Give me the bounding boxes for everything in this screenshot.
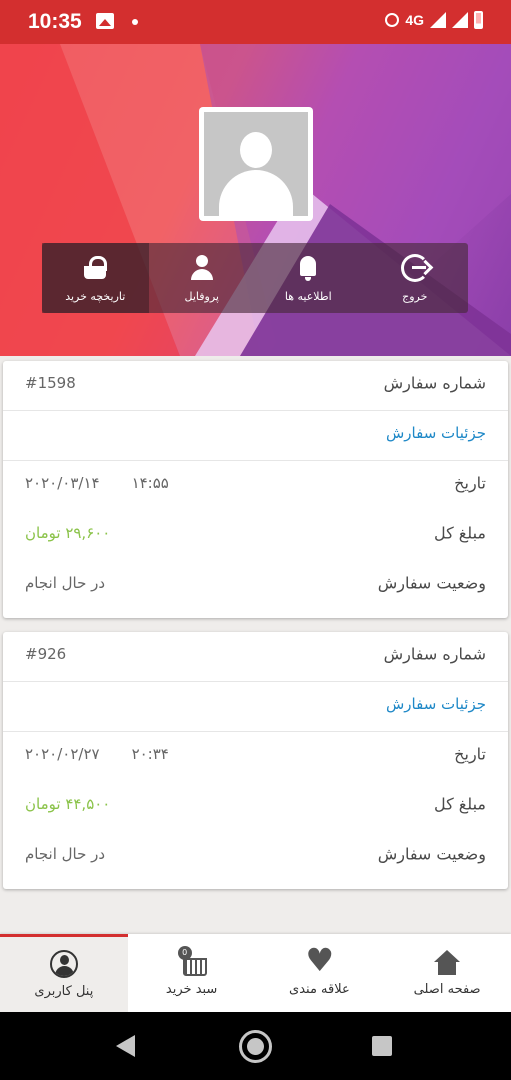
nav-favorites[interactable]: علاقه مندی	[256, 934, 384, 1012]
order-status-label: وضعیت سفارش	[377, 844, 486, 864]
bell-icon	[294, 254, 322, 282]
order-details-row: جزئیات سفارش	[3, 411, 508, 461]
avatar[interactable]	[199, 107, 313, 221]
menu-notifications[interactable]: اطلاعیه ها	[255, 243, 362, 313]
order-amount-label: مبلغ کل	[433, 794, 486, 814]
recent-apps-icon[interactable]	[372, 1036, 392, 1056]
bottom-navigation: صفحه اصلی علاقه مندی 0 سبد خرید پنل کارب…	[0, 934, 511, 1012]
signal-icon	[430, 12, 446, 28]
nav-label-cart: سبد خرید	[165, 981, 218, 997]
order-status-value: در حال انجام	[25, 574, 106, 592]
user-circle-icon	[49, 950, 78, 978]
basket-icon	[81, 254, 109, 282]
order-status-row: وضعیت سفارش در حال انجام	[3, 832, 508, 882]
nav-home[interactable]: صفحه اصلی	[383, 934, 511, 1012]
menu-purchase-history[interactable]: تاریخچه خرید	[42, 243, 149, 313]
order-status-label: وضعیت سفارش	[377, 573, 486, 593]
menu-label-purchase-history: تاریخچه خرید	[65, 289, 126, 303]
person-icon	[188, 254, 216, 282]
logout-icon	[400, 253, 429, 282]
gallery-icon	[96, 13, 114, 29]
status-time: 10:35	[28, 10, 82, 33]
cart-icon: 0	[177, 945, 207, 976]
status-indicators: 4G	[385, 11, 483, 29]
order-date-row: تاریخ ۲۰۲۰/۰۲/۲۷ ۲۰:۳۴	[3, 732, 508, 782]
menu-label-profile: پروفایل	[184, 289, 219, 303]
order-date-label: تاریخ	[454, 744, 486, 764]
order-date-value: ۲۰۲۰/۰۲/۲۷	[25, 745, 100, 763]
alarm-icon	[385, 13, 400, 27]
order-date-value: ۲۰۲۰/۰۳/۱۴	[25, 474, 100, 492]
order-amount-value: ۲۹,۶۰۰ تومان	[25, 524, 111, 542]
order-number-value: #926	[25, 645, 67, 663]
menu-label-notifications: اطلاعیه ها	[284, 289, 332, 303]
nav-label-user-panel: پنل کاربری	[34, 984, 94, 999]
heart-icon	[305, 944, 334, 976]
profile-header: تاریخچه خرید پروفایل اطلاعیه ها خروج	[0, 44, 511, 356]
home-button-icon[interactable]	[239, 1030, 272, 1063]
order-card: شماره سفارش #1598 جزئیات سفارش تاریخ ۲۰۲…	[3, 361, 508, 618]
order-amount-label: مبلغ کل	[433, 523, 486, 543]
order-status-value: در حال انجام	[25, 845, 106, 863]
status-bar: 10:35 4G	[0, 0, 511, 44]
nav-label-favorites: علاقه مندی	[289, 981, 350, 997]
notification-dot-icon	[132, 19, 138, 25]
avatar-body	[219, 170, 293, 216]
order-time-value: ۱۴:۵۵	[131, 474, 169, 492]
nav-cart[interactable]: 0 سبد خرید	[128, 934, 256, 1012]
order-number-row: شماره سفارش #1598	[3, 361, 508, 411]
order-details-link[interactable]: جزئیات سفارش	[386, 424, 486, 442]
home-icon	[433, 949, 461, 976]
order-number-label: شماره سفارش	[383, 373, 486, 393]
menu-label-logout: خروج	[402, 289, 428, 303]
nav-label-home: صفحه اصلی	[413, 981, 481, 997]
order-amount-row: مبلغ کل ۲۹,۶۰۰ تومان	[3, 511, 508, 561]
menu-logout[interactable]: خروج	[362, 243, 469, 313]
avatar-placeholder	[204, 112, 308, 216]
signal-icon-2	[452, 12, 468, 28]
order-time-value: ۲۰:۳۴	[131, 745, 169, 763]
order-date-row: تاریخ ۲۰۲۰/۰۳/۱۴ ۱۴:۵۵	[3, 461, 508, 511]
order-card: شماره سفارش #926 جزئیات سفارش تاریخ ۲۰۲۰…	[3, 632, 508, 889]
cart-count-badge: 0	[177, 945, 192, 960]
order-number-row: شماره سفارش #926	[3, 632, 508, 682]
system-navigation-bar	[0, 1012, 511, 1080]
back-icon[interactable]	[116, 1035, 135, 1057]
network-type: 4G	[405, 12, 424, 28]
order-datetime: ۲۰۲۰/۰۳/۱۴ ۱۴:۵۵	[25, 474, 169, 492]
menu-profile[interactable]: پروفایل	[149, 243, 256, 313]
order-status-row: وضعیت سفارش در حال انجام	[3, 561, 508, 611]
battery-icon	[474, 11, 483, 29]
order-amount-value: ۴۴,۵۰۰ تومان	[25, 795, 111, 813]
order-details-row: جزئیات سفارش	[3, 682, 508, 732]
nav-user-panel[interactable]: پنل کاربری	[0, 934, 128, 1012]
order-amount-row: مبلغ کل ۴۴,۵۰۰ تومان	[3, 782, 508, 832]
order-details-link[interactable]: جزئیات سفارش	[386, 695, 486, 713]
avatar-head	[240, 132, 272, 168]
order-datetime: ۲۰۲۰/۰۲/۲۷ ۲۰:۳۴	[25, 745, 169, 763]
order-number-label: شماره سفارش	[383, 644, 486, 664]
order-number-value: #1598	[25, 374, 76, 392]
order-date-label: تاریخ	[454, 473, 486, 493]
profile-menu-bar: تاریخچه خرید پروفایل اطلاعیه ها خروج	[42, 243, 468, 313]
